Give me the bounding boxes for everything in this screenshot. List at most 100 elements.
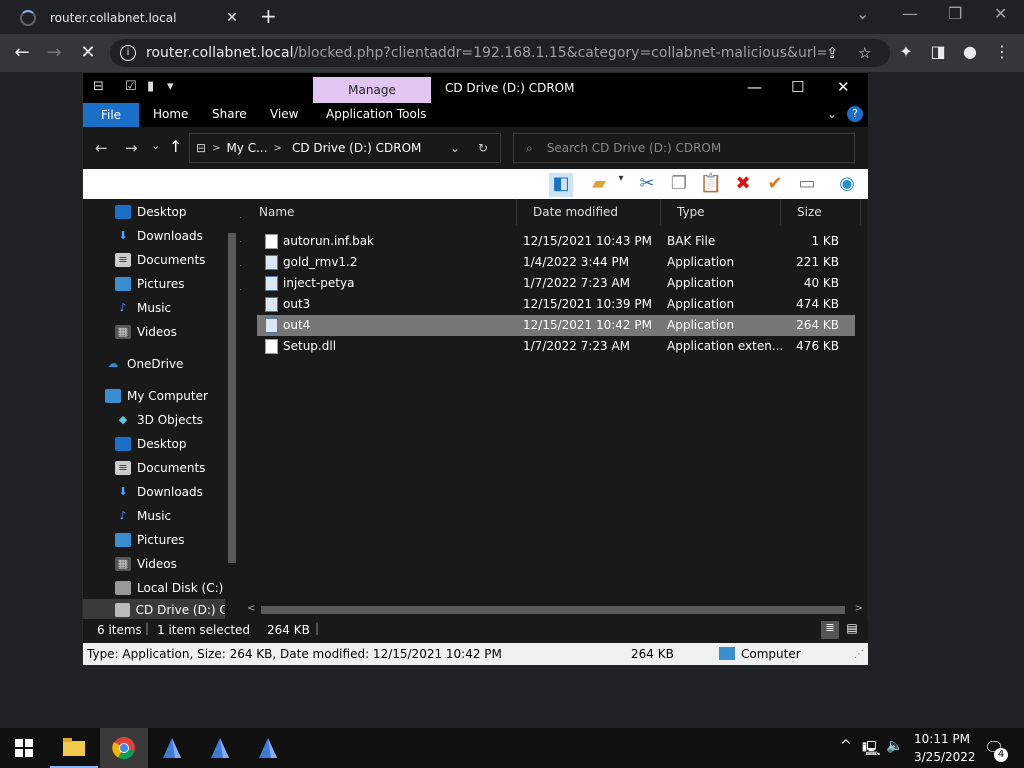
share-icon[interactable]: ⇪ — [826, 44, 839, 62]
pin-icon[interactable]: 📌 — [239, 278, 241, 291]
recent-locations-icon[interactable]: ⌄ — [151, 139, 160, 152]
column-date-modified[interactable]: Date modified — [517, 199, 661, 225]
file-row[interactable]: gold_rmv1.2 1/4/2022 3:44 PM Application… — [257, 252, 855, 273]
nav-item-desktop-pinned[interactable]: Desktop 📌 — [115, 201, 241, 223]
forward-icon[interactable]: → — [42, 41, 66, 65]
rename-icon[interactable]: ▭ — [795, 173, 819, 194]
paste-icon[interactable]: 📋 — [699, 173, 723, 194]
nav-item-documents[interactable]: ≡ Documents — [115, 457, 205, 479]
explorer-address-bar[interactable]: ⊟ > My C... > CD Drive (D:) CDROM ⌄ ↻ — [189, 133, 501, 163]
menu-icon[interactable]: ⋮ — [991, 42, 1013, 61]
breadcrumb-my-computer[interactable]: My C... — [226, 141, 267, 155]
up-icon[interactable]: ↑ — [169, 137, 182, 156]
taskbar-app-1[interactable] — [148, 728, 196, 768]
new-tab-icon[interactable]: + — [260, 6, 277, 26]
column-type[interactable]: Type — [661, 199, 781, 225]
ribbon-expand-icon[interactable]: ⌄ — [827, 107, 837, 121]
file-row-selected[interactable]: out4 12/15/2021 10:42 PM Application 264… — [257, 315, 855, 336]
chevron-down-icon[interactable]: ▾ — [609, 173, 633, 184]
nav-item-cd-drive[interactable]: CD Drive (D:) CD — [83, 599, 237, 621]
restore-icon[interactable]: ❐ — [948, 4, 962, 23]
check-icon[interactable]: ✔ — [763, 173, 787, 194]
column-size[interactable]: Size — [781, 199, 861, 225]
profile-icon[interactable]: ● — [959, 42, 981, 61]
bookmark-star-icon[interactable]: ☆ — [858, 44, 871, 62]
nav-item-pictures[interactable]: Pictures — [115, 529, 185, 551]
nav-scrollbar[interactable] — [225, 199, 239, 619]
explorer-search-input[interactable]: ⌕ Search CD Drive (D:) CDROM — [513, 133, 855, 163]
minimize-icon[interactable]: — — [902, 4, 918, 23]
nav-item-documents-pinned[interactable]: ≡ Documents 📌 — [115, 249, 241, 271]
pin-icon[interactable]: 📌 — [239, 254, 241, 267]
refresh-icon[interactable]: ↻ — [478, 141, 488, 155]
taskbar-app-2[interactable] — [196, 728, 244, 768]
file-row[interactable]: Setup.dll 1/7/2022 7:23 AM Application e… — [257, 336, 855, 357]
close-icon[interactable]: ✕ — [837, 78, 850, 96]
nav-item-music[interactable]: ♪ Music — [115, 505, 171, 527]
tab-close-icon[interactable]: ✕ — [222, 10, 242, 26]
back-icon[interactable]: ← — [95, 139, 108, 157]
taskbar-chrome[interactable] — [100, 728, 148, 768]
horizontal-scrollbar[interactable]: < > — [243, 603, 867, 617]
taskbar-app-3[interactable] — [244, 728, 292, 768]
layout-pane-icon[interactable]: ◧ — [549, 173, 573, 197]
back-icon[interactable]: ← — [10, 41, 34, 65]
volume-icon[interactable]: 🔈 — [886, 738, 903, 754]
nav-item-downloads[interactable]: ⬇ Downloads — [115, 481, 203, 503]
stop-icon[interactable]: ✕ — [76, 41, 100, 65]
details-view-icon[interactable]: ≣ — [821, 621, 839, 639]
file-row[interactable]: inject-petya 1/7/2022 7:23 AM Applicatio… — [257, 273, 855, 294]
forward-icon[interactable]: → — [125, 139, 138, 157]
clock-date[interactable]: 3/25/2022 — [914, 750, 976, 764]
taskbar-file-explorer[interactable] — [50, 728, 98, 768]
tab-share[interactable]: Share — [212, 107, 247, 121]
nav-item-local-disk[interactable]: Local Disk (C:) — [115, 577, 223, 599]
extensions-icon[interactable]: ✦ — [895, 42, 917, 61]
nav-item-3d-objects[interactable]: ◆ 3D Objects — [115, 409, 203, 431]
address-bar[interactable]: i router.collabnet.local/blocked.php?cli… — [110, 39, 890, 67]
nav-item-downloads-pinned[interactable]: ⬇ Downloads 📌 — [115, 225, 241, 247]
scrollbar-thumb[interactable] — [261, 606, 845, 614]
nav-item-videos[interactable]: ▦ Videos — [115, 553, 177, 575]
tab-view[interactable]: View — [270, 107, 298, 121]
column-name[interactable]: Name — [243, 199, 517, 225]
manage-tab[interactable]: Manage — [313, 77, 431, 103]
delete-icon[interactable]: ✖ — [731, 173, 755, 194]
nav-item-videos-quick[interactable]: ▦ Videos — [115, 321, 177, 343]
chevron-down-icon[interactable]: ⌄ — [856, 4, 869, 23]
customize-qat-icon[interactable]: ▾ — [167, 79, 183, 95]
start-button[interactable] — [0, 728, 48, 768]
side-panel-icon[interactable]: ◨ — [927, 42, 949, 61]
show-hidden-icons-icon[interactable]: ^ — [840, 738, 852, 754]
breadcrumb-cd-drive[interactable]: CD Drive (D:) CDROM — [292, 141, 421, 155]
scroll-right-icon[interactable]: > — [855, 603, 863, 614]
file-row[interactable]: out3 12/15/2021 10:39 PM Application 474… — [257, 294, 855, 315]
nav-item-onedrive[interactable]: ☁ OneDrive — [105, 353, 184, 375]
scrollbar-thumb[interactable] — [228, 233, 236, 563]
clock-time[interactable]: 10:11 PM — [914, 732, 970, 746]
pin-icon[interactable]: 📌 — [239, 206, 241, 219]
cut-icon[interactable]: ✂ — [635, 173, 659, 194]
help-icon[interactable]: ? — [847, 106, 863, 122]
maximize-icon[interactable]: ☐ — [791, 78, 804, 96]
close-icon[interactable]: ✕ — [994, 4, 1007, 23]
copy-icon[interactable]: ❐ — [667, 173, 691, 194]
nav-item-music-quick[interactable]: ♪ Music — [115, 297, 171, 319]
tab-file[interactable]: File — [83, 103, 139, 127]
new-folder-icon[interactable]: ▰ — [587, 173, 611, 194]
properties-icon[interactable]: ☑ — [125, 79, 141, 95]
nav-item-pictures-pinned[interactable]: Pictures 📌 — [115, 273, 241, 295]
nav-item-desktop[interactable]: Desktop — [115, 433, 187, 455]
info-icon[interactable]: i — [120, 45, 136, 61]
nav-item-my-computer[interactable]: My Computer — [105, 385, 208, 407]
large-icons-view-icon[interactable]: ▤ — [843, 621, 861, 639]
shell-icon[interactable]: ◉ — [835, 173, 859, 194]
browser-tab[interactable]: router.collabnet.local ✕ — [8, 2, 248, 34]
new-folder-icon[interactable]: ▮ — [147, 79, 163, 95]
pin-icon[interactable]: 📌 — [239, 230, 241, 243]
network-icon[interactable]: 🖳 — [862, 738, 881, 762]
resize-grip-icon[interactable]: ⋰ — [854, 649, 864, 660]
tab-home[interactable]: Home — [153, 107, 188, 121]
scroll-left-icon[interactable]: < — [247, 603, 255, 614]
tab-application-tools[interactable]: Application Tools — [326, 107, 426, 121]
